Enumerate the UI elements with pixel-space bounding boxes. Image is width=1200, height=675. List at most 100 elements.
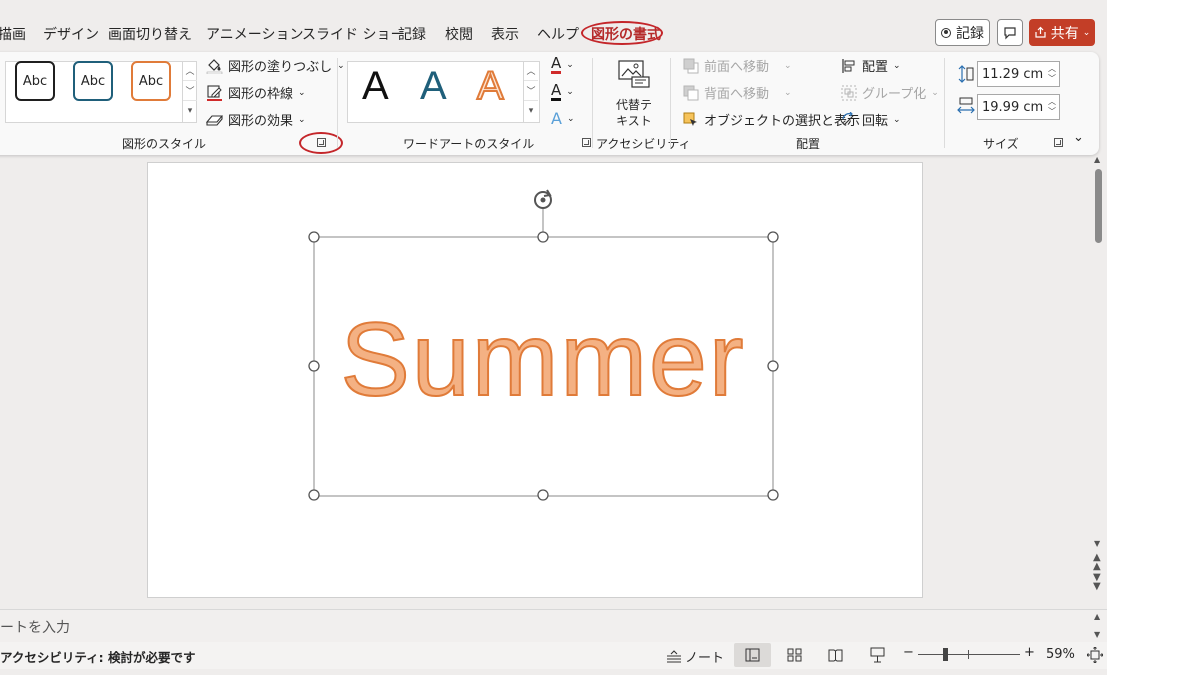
format-text-launcher-icon[interactable]	[582, 138, 591, 147]
notes-placeholder: ートを入力	[0, 620, 70, 636]
scrollbar-thumb[interactable]	[1095, 169, 1102, 243]
zoom-in-button[interactable]: +	[1024, 645, 1035, 660]
selection-pane-icon	[683, 112, 697, 126]
tab-shape-format[interactable]: 図形の書式	[591, 24, 661, 44]
text-outline-button[interactable]: A ⌄	[551, 82, 574, 101]
resize-handle-bottom-left[interactable]	[308, 489, 320, 501]
resize-handle-top[interactable]	[537, 231, 549, 243]
width-spinner[interactable]: ︿ ﹀	[1048, 97, 1056, 117]
chevron-down-icon: ⌄	[298, 114, 306, 125]
wordart-sample[interactable]: A	[476, 63, 505, 109]
scroll-down-icon[interactable]: ﹀	[183, 81, 197, 101]
shape-fill-button[interactable]: 図形の塗りつぶし ⌄	[206, 56, 345, 75]
send-backward-label: 背面へ移動	[704, 87, 770, 102]
notes-toggle-button[interactable]: ノート	[666, 647, 724, 666]
resize-handle-bottom-right[interactable]	[767, 489, 779, 501]
alt-text-button[interactable]: 代替テ キスト	[608, 58, 658, 130]
shape-outline-button[interactable]: 図形の枠線 ⌄	[206, 83, 306, 102]
ribbon-tab-bar: 描画 デザイン 画面切り替え アニメーション スライド ショー 記録 校閲 表示…	[0, 14, 1107, 52]
send-backward-button[interactable]: 背面へ移動 ⌄	[683, 83, 792, 102]
resize-handle-bottom[interactable]	[537, 489, 549, 501]
shape-effects-button[interactable]: 図形の効果 ⌄	[206, 110, 306, 129]
slide-sorter-icon[interactable]	[787, 648, 802, 662]
wordart-gallery-scroll[interactable]: ︿ ﹀ ▾	[523, 61, 538, 123]
next-slide-icon[interactable]: ▼ ▼	[1093, 573, 1101, 592]
group-separator	[592, 58, 593, 148]
scroll-down-arrow-icon[interactable]: ▼	[1094, 539, 1100, 548]
text-fill-button[interactable]: A ⌄	[551, 55, 574, 74]
shape-style-sample[interactable]: Abc	[73, 61, 113, 101]
size-launcher-icon[interactable]	[1054, 138, 1063, 147]
text-effects-button[interactable]: A ⌄	[551, 109, 575, 128]
tab-record[interactable]: 記録	[398, 24, 426, 44]
comment-icon	[1004, 26, 1016, 39]
tab-view[interactable]: 表示	[491, 24, 519, 44]
zoom-out-button[interactable]: −	[903, 645, 914, 660]
reading-view-icon[interactable]	[828, 648, 843, 662]
shape-style-gallery-scroll[interactable]: ︿ ﹀ ▾	[182, 61, 197, 123]
zoom-slider-thumb[interactable]	[943, 648, 949, 661]
shape-effects-icon	[206, 115, 223, 126]
scroll-up-icon[interactable]: ︿	[524, 61, 538, 81]
normal-view-icon	[745, 648, 760, 662]
shape-style-sample[interactable]: Abc	[131, 61, 171, 101]
resize-handle-top-left[interactable]	[308, 231, 320, 243]
wordart-sample[interactable]: A	[362, 64, 389, 108]
arrange-group-label: 配置	[796, 137, 821, 151]
pen-outline-icon	[207, 85, 222, 101]
scroll-up-icon[interactable]: ︿	[183, 61, 197, 81]
chevron-down-icon: ⌄	[298, 87, 306, 98]
align-button[interactable]: 配置 ⌄	[841, 56, 901, 75]
selection-pane-button[interactable]: オブジェクトの選択と表示	[683, 110, 860, 129]
collapse-ribbon-icon[interactable]: ⌄	[1073, 130, 1084, 145]
tab-slideshow[interactable]: スライド ショー	[302, 24, 404, 44]
notes-pane[interactable]: ートを入力 ▲ ▼	[0, 609, 1107, 642]
notes-scroll-down-icon[interactable]: ▼	[1094, 630, 1100, 639]
rotate-handle-icon[interactable]	[534, 189, 552, 209]
gallery-more-icon[interactable]: ▾	[183, 101, 197, 121]
share-button[interactable]: 共有 ⌄	[1029, 19, 1095, 46]
spin-up-icon[interactable]: ︿	[1048, 64, 1056, 74]
tab-draw[interactable]: 描画	[0, 24, 26, 44]
notes-scroll-up-icon[interactable]: ▲	[1094, 612, 1100, 621]
resize-handle-top-right[interactable]	[767, 231, 779, 243]
shape-style-sample[interactable]: Abc	[15, 61, 55, 101]
vertical-scrollbar[interactable]: ▲ ▼ ▲ ▲ ▼ ▼	[1090, 155, 1107, 610]
bring-forward-button[interactable]: 前面へ移動 ⌄	[683, 56, 792, 75]
record-button[interactable]: 記録	[935, 19, 990, 46]
scroll-up-arrow-icon[interactable]: ▲	[1094, 155, 1100, 164]
shape-width-input[interactable]: 19.99 cm ︿ ﹀	[977, 94, 1060, 120]
accessibility-group-label: アクセシビリティ	[596, 137, 691, 151]
accessibility-status[interactable]: アクセシビリティ: 検討が必要です	[0, 647, 195, 666]
tab-review[interactable]: 校閲	[445, 24, 473, 44]
scroll-down-icon[interactable]: ﹀	[524, 81, 538, 101]
zoom-level[interactable]: 59%	[1046, 647, 1075, 662]
spin-down-icon[interactable]: ﹀	[1048, 107, 1056, 117]
fit-to-window-icon[interactable]	[1087, 647, 1103, 663]
zoom-slider[interactable]	[918, 648, 1020, 661]
rotate-icon	[842, 111, 854, 125]
slideshow-view-icon[interactable]	[870, 647, 885, 663]
comments-button[interactable]	[997, 19, 1023, 46]
rotate-button[interactable]: 回転 ⌄	[841, 110, 901, 129]
slide-canvas[interactable]: Summer	[147, 162, 923, 598]
normal-view-button[interactable]	[734, 643, 771, 667]
spin-up-icon[interactable]: ︿	[1048, 97, 1056, 107]
previous-slide-icon[interactable]: ▲ ▲	[1093, 553, 1101, 572]
tab-help[interactable]: ヘルプ	[537, 24, 579, 44]
tab-animations[interactable]: アニメーション	[206, 24, 303, 44]
slide-wordart-text[interactable]: Summer	[340, 301, 746, 419]
shape-styles-group-label: 図形のスタイル	[122, 137, 207, 151]
resize-handle-right[interactable]	[767, 360, 779, 372]
chevron-down-icon: ⌄	[784, 87, 792, 98]
tab-design[interactable]: デザイン	[43, 24, 99, 44]
spin-down-icon[interactable]: ﹀	[1048, 74, 1056, 84]
wordart-sample[interactable]: A	[420, 64, 447, 108]
tab-transitions[interactable]: 画面切り替え	[108, 24, 192, 44]
gallery-more-icon[interactable]: ▾	[524, 101, 538, 121]
height-spinner[interactable]: ︿ ﹀	[1048, 64, 1056, 84]
resize-handle-left[interactable]	[308, 360, 320, 372]
group-button[interactable]: グループ化 ⌄	[841, 83, 939, 102]
group-label: グループ化	[862, 87, 927, 102]
shape-height-input[interactable]: 11.29 cm ︿ ﹀	[977, 61, 1060, 87]
